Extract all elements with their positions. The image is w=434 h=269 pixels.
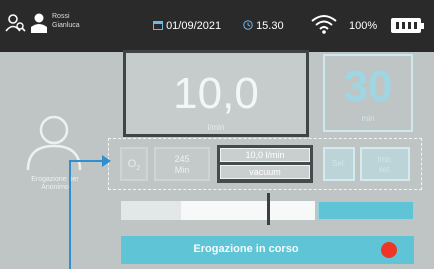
settings-button-line1: Imp. [377, 155, 393, 164]
flow-rate-label: 10,0 l/min [220, 148, 310, 162]
callout-line-vertical [69, 160, 71, 269]
time-display: 15.30 [243, 20, 284, 32]
date-text: 01/09/2021 [166, 20, 222, 32]
progress-track [121, 201, 315, 220]
timer-display[interactable]: 30 min [323, 54, 413, 132]
progress-track-segment [121, 201, 181, 220]
record-indicator-icon [381, 242, 397, 258]
flow-unit: l/min [207, 123, 225, 132]
user-last-name: Gianluca [52, 22, 80, 29]
timer-unit: min [361, 114, 375, 123]
time-text: 15.30 [256, 20, 284, 32]
patient-label-line1: Erogazione per [31, 176, 79, 183]
progress-target-bar [318, 201, 414, 220]
duration-value: 245 [174, 154, 190, 164]
user-name: Rossi Gianluca [52, 13, 80, 31]
settings-button[interactable]: Imp. set. [360, 147, 410, 181]
delivery-status-bar[interactable]: Erogazione in corso [121, 236, 414, 264]
timer-value: 30 [343, 62, 393, 111]
o2-subscript: 2 [136, 165, 141, 173]
flow-mode-button[interactable]: 10,0 l/min vacuum [217, 145, 313, 183]
duration-unit: Min [174, 165, 190, 175]
user-icon [31, 13, 47, 33]
progress-marker[interactable] [267, 193, 270, 225]
mode-label: vacuum [220, 165, 310, 179]
patient-label-line2: Anonimo [41, 184, 69, 191]
status-text: Erogazione in corso [193, 243, 299, 255]
clock-icon [243, 20, 253, 30]
settings-button-line2: set. [378, 165, 392, 174]
select-button[interactable]: Sel. [323, 147, 355, 181]
callout-line-horizontal [69, 160, 103, 162]
battery-icon [391, 18, 424, 33]
callout-arrow-icon [102, 155, 111, 167]
flow-display: 10,0 l/min [123, 50, 309, 137]
date-display: 01/09/2021 [153, 20, 221, 32]
patient-label: Erogazione per Anonimo [15, 176, 95, 192]
top-status-bar: Rossi Gianluca 01/09/2021 15.30 100% [0, 0, 434, 52]
select-button-label: Sel. [332, 159, 346, 168]
o2-gas-button[interactable]: O2 [120, 147, 148, 181]
duration-button[interactable]: 245 Min [154, 147, 210, 181]
patient-avatar-icon [26, 115, 82, 171]
calendar-icon [153, 21, 163, 30]
wifi-icon [311, 15, 337, 34]
flow-value: 10,0 [173, 69, 259, 118]
battery-percent: 100% [349, 20, 378, 32]
user-first-name: Rossi [52, 13, 70, 20]
person-search-icon [5, 14, 26, 32]
